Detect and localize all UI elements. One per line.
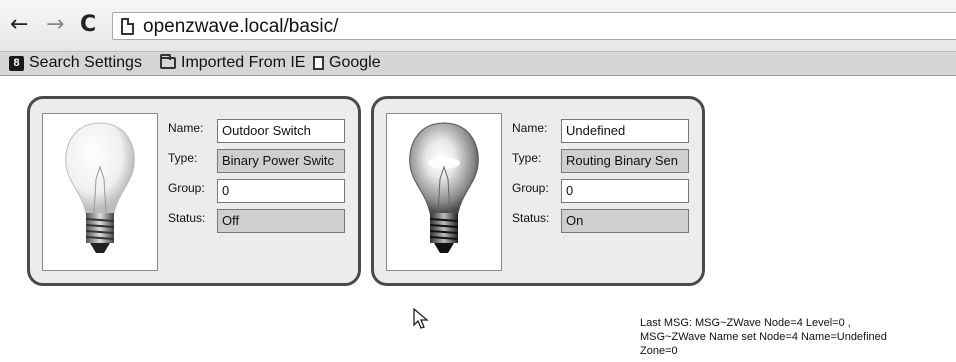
url-text: openzwave.local/basic/ [143,16,339,37]
folder-icon [160,54,176,69]
bookmark-label: Imported From IE [181,54,306,71]
forward-button[interactable]: → [46,14,64,36]
page-icon [313,56,324,70]
reload-button[interactable]: C [80,14,96,36]
status-field: On [561,209,689,233]
group-label: Group: [512,181,549,195]
bulb-off-icon [65,122,135,253]
bookmark-imported-from-ie[interactable]: Imported From IE [160,54,305,72]
bulb-image [42,113,158,271]
bookmark-label: Search Settings [29,54,142,71]
message-line: Last MSG: MSG~ZWave Node=4 Level=0 , [640,317,851,329]
group-label: Group: [168,181,205,195]
device-card: Name: Outdoor Switch Type: Binary Power … [27,96,361,286]
message-line: Zone=0 [640,345,678,357]
status-field: Off [217,209,345,233]
name-label: Name: [512,121,548,135]
name-field[interactable]: Undefined [561,119,689,143]
bookmark-google[interactable]: Google [313,54,381,72]
last-message: Last MSG: MSG~ZWave Node=4 Level=0 , MSG… [640,316,940,358]
bulb-on-icon [409,122,479,253]
type-field: Binary Power Switc [217,149,345,173]
group-field[interactable]: 0 [217,179,345,203]
status-label: Status: [512,211,550,225]
type-label: Type: [168,151,198,165]
status-label: Status: [168,211,206,225]
back-button[interactable]: ← [10,14,28,36]
bookmark-label: Google [329,54,381,71]
name-label: Name: [168,121,204,135]
group-field[interactable]: 0 [561,179,689,203]
device-card: Name: Undefined Type: Routing Binary Sen… [371,96,705,286]
message-line: MSG~ZWave Name set Node=4 Name=Undefined [640,331,887,343]
bookmark-search-settings[interactable]: 8 Search Settings [9,54,142,72]
name-field[interactable]: Outdoor Switch [217,119,345,143]
bulb-image [386,113,502,271]
type-field: Routing Binary Sen [561,149,689,173]
type-label: Type: [512,151,542,165]
page-icon [121,18,134,35]
bookmarks-bar: 8 Search Settings Imported From IE Googl… [0,52,956,76]
mouse-cursor-icon [413,308,429,329]
app-icon: 8 [9,55,24,71]
address-bar[interactable]: openzwave.local/basic/ [112,12,956,40]
browser-toolbar: ← → C openzwave.local/basic/ [0,0,956,52]
